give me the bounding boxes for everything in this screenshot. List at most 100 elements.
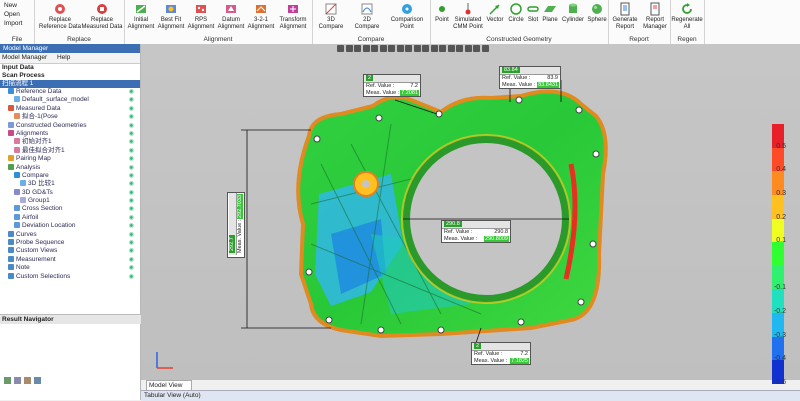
tree-item-label: Reference Data <box>16 88 62 95</box>
visibility-icon[interactable]: ◉ <box>129 155 134 163</box>
report-manager-label: Report Manager <box>643 17 667 30</box>
new-menu-item[interactable]: New <box>4 2 17 9</box>
transform-alignment-button[interactable]: Transform Alignment <box>276 2 310 30</box>
import-menu-item[interactable]: Import <box>4 20 22 27</box>
2d-compare-button[interactable]: 2D Compare <box>348 2 386 30</box>
visibility-icon[interactable]: ◉ <box>129 247 134 255</box>
visibility-icon[interactable]: ◉ <box>129 239 134 247</box>
tree-item-label: Probe Sequence <box>16 239 65 247</box>
compare-group: 3D Compare 2D Compare Comparison Point C… <box>312 0 431 44</box>
sphere-button[interactable]: Sphere <box>586 2 608 24</box>
circle-button[interactable]: Circle <box>506 2 526 24</box>
model-viewport[interactable]: 2 Ref. Value :7.2 Meas. Value :7.2081 83… <box>141 44 800 386</box>
datum-alignment-button[interactable]: Datum Alignment <box>216 2 246 30</box>
tree-item-icon <box>14 146 20 153</box>
callout-top-right[interactable]: 83.84 Ref. Value : 83.9 Meas. Value :83.8… <box>499 66 561 89</box>
tree-item[interactable]: Measured Data ◉ <box>0 104 140 113</box>
tree-item[interactable]: Probe Sequence ◉ <box>0 239 140 247</box>
simulated-cmm-point-button[interactable]: Simulated CMM Point <box>452 2 484 30</box>
visibility-icon[interactable]: ◉ <box>129 273 134 281</box>
tree-item[interactable]: Deviation Location ◉ <box>0 222 140 230</box>
plane-icon <box>544 6 556 12</box>
tree-item[interactable]: Constructed Geometries ◉ <box>0 121 140 130</box>
tree-item[interactable]: 初始对齐1 ◉ <box>0 138 140 146</box>
input-data-section[interactable]: Input Data <box>0 64 140 72</box>
replace-reference-button[interactable]: Replace Reference Data <box>38 2 82 30</box>
visibility-icon[interactable]: ◉ <box>129 231 134 239</box>
cylinder-button[interactable]: Cylinder <box>560 2 586 24</box>
tree-item[interactable]: 拟合-1(Pose ◉ <box>0 113 140 121</box>
tree-item-label: Alignments <box>16 129 49 137</box>
tree-item[interactable]: 最佳拟合对齐1 ◉ <box>0 146 140 155</box>
3d-compare-label: 3D Compare <box>318 17 344 30</box>
three-two-one-alignment-button[interactable]: 3-2-1 Alignment <box>246 2 276 30</box>
tree-item[interactable]: Group1 ◉ <box>0 197 140 205</box>
visibility-icon[interactable]: ◉ <box>129 164 134 172</box>
visibility-icon[interactable]: ◉ <box>129 256 134 264</box>
tree-item[interactable]: Cross Section ◉ <box>0 205 140 213</box>
visibility-icon[interactable]: ◉ <box>129 105 134 113</box>
vector-button[interactable]: Vector <box>484 2 506 24</box>
visibility-icon[interactable]: ◉ <box>129 88 134 96</box>
callout-center[interactable]: 290.8 Ref. Value : 290.8 Meas. Value : 290… <box>441 220 511 243</box>
visibility-icon[interactable]: ◉ <box>129 122 134 130</box>
best-fit-alignment-button[interactable]: Best Fit Alignment <box>156 2 186 30</box>
callout-head-value: 83.84 <box>502 67 520 73</box>
tree-item[interactable]: Airfoil ◉ <box>0 213 140 222</box>
visibility-icon[interactable]: ◉ <box>129 96 134 104</box>
plane-button[interactable]: Plane <box>540 2 560 24</box>
visibility-icon[interactable]: ◉ <box>129 130 134 138</box>
visibility-icon[interactable]: ◉ <box>129 138 134 146</box>
constructed-geometry-group-label: Constructed Geometry <box>486 36 552 43</box>
visibility-icon[interactable]: ◉ <box>129 197 134 205</box>
tree-item[interactable]: 3D 比较1 ◉ <box>0 180 140 188</box>
cylinder-label: Cylinder <box>561 17 584 23</box>
tree-item[interactable]: Curves ◉ <box>0 230 140 239</box>
ref-value: 7.2 <box>410 83 418 89</box>
comparison-point-button[interactable]: Comparison Point <box>386 2 428 30</box>
callout-left-dim[interactable]: 292.7 Meas. Value :292.7033 <box>227 192 245 258</box>
scan-process-section[interactable]: Scan Process <box>0 72 140 80</box>
tree-item[interactable]: Reference Data ◉ <box>0 88 140 96</box>
regen-group-label: Regen <box>677 36 697 43</box>
visibility-icon[interactable]: ◉ <box>129 222 134 230</box>
visibility-icon[interactable]: ◉ <box>129 264 134 272</box>
panel-tool-icons[interactable] <box>0 376 60 386</box>
initial-alignment-button[interactable]: Initial Alignment <box>126 2 156 30</box>
tab-model-manager[interactable]: Model Manager <box>2 54 47 61</box>
visibility-icon[interactable]: ◉ <box>129 147 134 155</box>
visibility-icon[interactable]: ◉ <box>129 205 134 213</box>
tree-item[interactable]: Analysis ◉ <box>0 163 140 172</box>
visibility-icon[interactable]: ◉ <box>129 180 134 188</box>
tree-item-icon <box>14 188 20 195</box>
open-menu-item[interactable]: Open <box>4 11 20 18</box>
callout-top-left[interactable]: 2 Ref. Value : 7.2 Meas. Value :7.2081 <box>363 74 421 97</box>
visibility-icon[interactable]: ◉ <box>129 214 134 222</box>
initial-alignment-icon <box>136 5 146 13</box>
tree-item[interactable]: Pairing Map ◉ <box>0 155 140 163</box>
tree-item[interactable]: Compare ◉ <box>0 171 140 180</box>
slot-button[interactable]: Slot <box>526 2 540 24</box>
tab-help[interactable]: Help <box>57 54 70 61</box>
generate-report-button[interactable]: Generate Report <box>610 2 640 30</box>
tree-item[interactable]: Default_surface_model ◉ <box>0 96 140 104</box>
callout-bottom[interactable]: 2 Ref. Value : 7.2 Meas. Value :7.1825 <box>471 342 531 365</box>
tree-item[interactable]: Note ◉ <box>0 264 140 272</box>
report-manager-button[interactable]: Report Manager <box>640 2 670 30</box>
tree-item[interactable]: Custom Selections ◉ <box>0 272 140 281</box>
point-button[interactable]: Point <box>432 2 452 24</box>
scan-process-item[interactable]: 扫描流程 1 <box>0 80 140 88</box>
result-navigator-header[interactable]: Result Navigator <box>0 314 142 324</box>
3d-compare-button[interactable]: 3D Compare <box>314 2 348 30</box>
visibility-icon[interactable]: ◉ <box>129 172 134 180</box>
visibility-icon[interactable]: ◉ <box>129 113 134 121</box>
rps-alignment-button[interactable]: RPS Alignment <box>186 2 216 30</box>
tree-item[interactable]: 3D GD&Ts ◉ <box>0 188 140 197</box>
tabular-view-bar[interactable]: Tabular View (Auto) <box>141 390 800 401</box>
tree-item[interactable]: Alignments ◉ <box>0 129 140 138</box>
visibility-icon[interactable]: ◉ <box>129 189 134 197</box>
regenerate-all-button[interactable]: Regenerate All <box>670 2 704 30</box>
tree-item[interactable]: Custom Views ◉ <box>0 247 140 255</box>
replace-measured-button[interactable]: Replace Measured Data <box>80 2 124 30</box>
tree-item[interactable]: Measurement ◉ <box>0 255 140 264</box>
